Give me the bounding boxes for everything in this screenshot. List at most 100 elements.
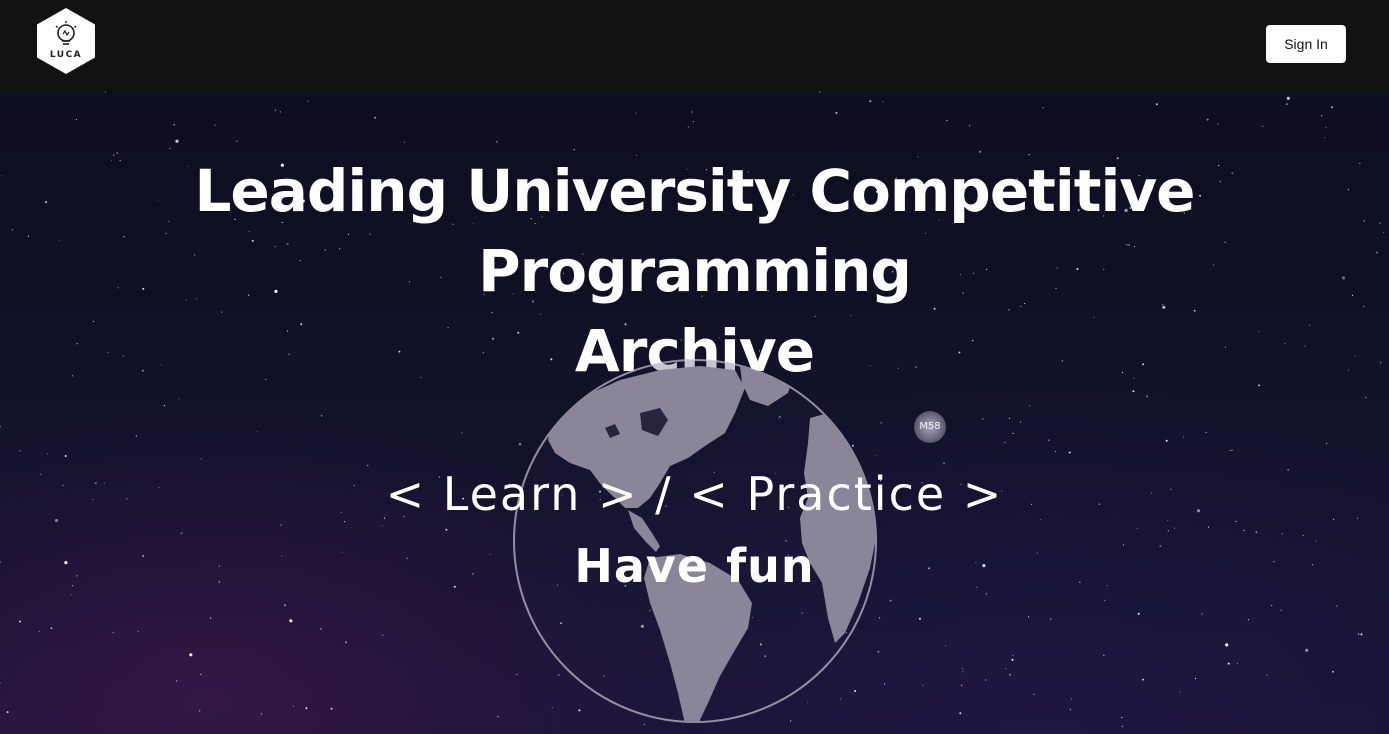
star (1137, 612, 1140, 615)
star (169, 147, 171, 149)
star (1280, 609, 1282, 611)
star (1360, 633, 1363, 636)
star (64, 455, 67, 457)
star (880, 422, 882, 424)
star (1326, 442, 1328, 444)
star (1027, 616, 1030, 618)
star (382, 634, 384, 636)
m58-badge: M58 (914, 411, 946, 443)
star (1146, 395, 1149, 398)
star (1068, 451, 1071, 454)
star (819, 91, 821, 93)
star (1262, 125, 1264, 127)
star (137, 630, 139, 632)
star (280, 524, 282, 526)
star (38, 630, 40, 633)
star (1207, 526, 1210, 528)
star (1236, 663, 1239, 665)
star (199, 710, 201, 712)
star (1231, 449, 1233, 451)
star (1033, 693, 1035, 695)
tagline: < Learn > / < Practice > (385, 467, 1004, 521)
star (75, 118, 77, 121)
star (1009, 673, 1011, 676)
star (1179, 691, 1181, 693)
star (1104, 599, 1106, 601)
star (0, 426, 1, 428)
star (200, 458, 202, 460)
star (969, 125, 971, 127)
star (1358, 633, 1360, 635)
star (292, 705, 295, 707)
star (189, 653, 193, 657)
star (19, 450, 21, 452)
star (1103, 654, 1105, 656)
star (1305, 648, 1309, 652)
star (283, 604, 286, 607)
star (869, 100, 872, 103)
star (163, 405, 165, 407)
star (135, 435, 137, 437)
star (180, 532, 183, 535)
star (943, 462, 946, 465)
star (1271, 604, 1273, 607)
page-title: Leading University Competitive Programmi… (0, 151, 1389, 391)
star (47, 453, 49, 455)
star (320, 628, 322, 630)
star (1012, 654, 1014, 657)
star (1194, 677, 1197, 680)
star (256, 431, 258, 433)
star (1266, 674, 1268, 676)
star (1225, 643, 1229, 647)
star (1020, 421, 1022, 423)
star (289, 619, 293, 623)
star (1324, 137, 1326, 139)
star (1183, 436, 1185, 438)
star (0, 682, 1, 684)
star (1206, 118, 1209, 121)
star (1050, 618, 1052, 620)
star (1286, 96, 1290, 100)
star (345, 641, 347, 644)
star (1142, 678, 1144, 681)
star (260, 713, 262, 715)
star (214, 124, 216, 126)
star (985, 679, 987, 681)
star (1012, 432, 1014, 435)
star (200, 673, 202, 676)
star (330, 707, 333, 710)
star (1167, 530, 1169, 532)
star (1136, 527, 1138, 529)
star (961, 684, 963, 686)
star (112, 632, 114, 634)
star (403, 141, 406, 143)
star (1174, 527, 1176, 529)
star (1048, 439, 1050, 441)
star (1321, 115, 1323, 117)
star (1121, 725, 1123, 728)
star (962, 671, 964, 673)
luca-logo[interactable]: LUCA (35, 7, 97, 75)
star (1004, 441, 1006, 444)
star (50, 627, 53, 630)
sub-tagline: Have fun (574, 539, 815, 593)
star (1227, 662, 1230, 665)
star (1042, 107, 1044, 109)
star (178, 398, 180, 400)
star (274, 109, 276, 111)
star (1247, 619, 1250, 621)
star (1330, 106, 1333, 109)
star (1069, 709, 1071, 711)
star (70, 594, 72, 596)
star (1011, 658, 1014, 661)
star (1201, 613, 1203, 615)
sign-in-button[interactable]: Sign In (1266, 25, 1346, 63)
star (1243, 530, 1245, 532)
logo-text: LUCA (49, 50, 83, 60)
star (1155, 103, 1158, 106)
star (1205, 431, 1207, 434)
star (961, 667, 964, 669)
hero-section: Leading University Competitive Programmi… (0, 91, 1389, 734)
star (18, 620, 21, 623)
star (445, 528, 448, 531)
